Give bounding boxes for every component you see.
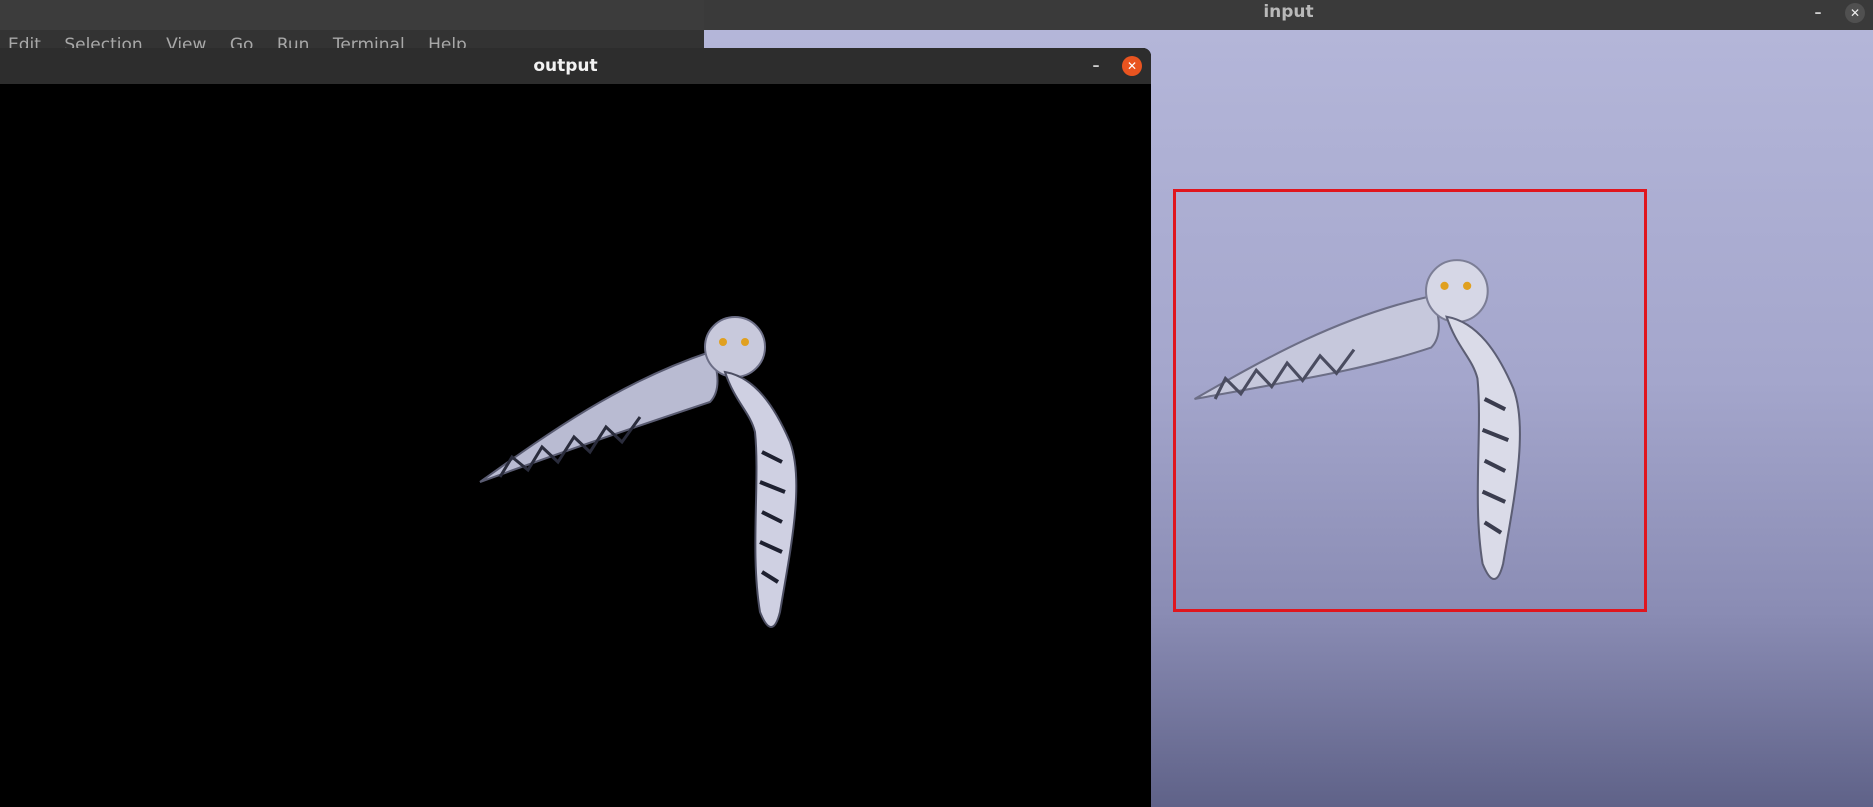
- close-icon[interactable]: ✕: [1122, 56, 1142, 76]
- minimize-icon[interactable]: –: [1086, 56, 1106, 76]
- snowy-owl-image-input: [1194, 259, 1521, 581]
- output-window-titlebar[interactable]: output – ✕: [0, 48, 1151, 84]
- input-window-titlebar[interactable]: input – ✕: [704, 0, 1873, 30]
- output-window-title: output: [533, 56, 598, 76]
- minimize-icon[interactable]: –: [1808, 3, 1828, 23]
- snowy-owl-image-output: [479, 316, 798, 628]
- close-icon[interactable]: ✕: [1845, 3, 1865, 23]
- editor-titlebar: [0, 0, 705, 30]
- input-window-title: input: [1263, 2, 1314, 22]
